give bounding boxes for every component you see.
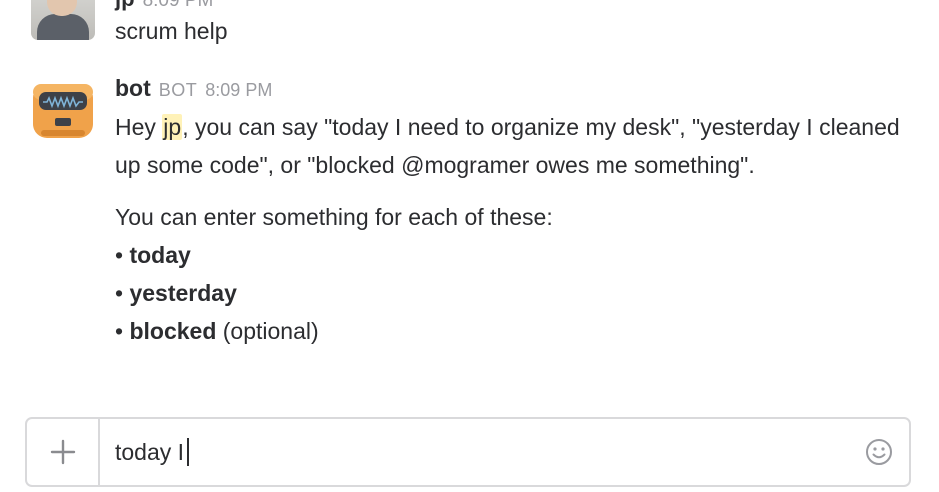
message-instructions: You can enter something for each of thes…	[115, 204, 553, 230]
add-attachment-button[interactable]	[27, 419, 100, 485]
list-item: • blocked (optional)	[115, 312, 905, 350]
user-mention[interactable]: jp	[162, 114, 183, 140]
message-composer: today I	[25, 417, 911, 487]
user-avatar[interactable]	[31, 0, 95, 40]
plus-icon	[50, 439, 75, 465]
message-input-value: today I	[115, 439, 185, 465]
bot-badge: BOT	[158, 80, 198, 100]
list-item: • yesterday	[115, 274, 905, 312]
sender-name[interactable]: jp	[115, 0, 135, 11]
sender-name[interactable]: bot	[115, 75, 151, 101]
item-note: (optional)	[222, 318, 319, 344]
message-timestamp[interactable]: 8:09 PM	[205, 80, 272, 100]
item-term: today	[129, 242, 191, 268]
bullet: •	[115, 280, 124, 306]
message-body: bot BOT 8:09 PM Hey jp, you can say "today…	[115, 68, 905, 350]
avatar-shirt	[37, 14, 89, 40]
bullet: •	[115, 318, 124, 344]
text-cursor	[187, 437, 190, 466]
intro-suffix: , you can say "today I need to organize …	[115, 114, 900, 178]
message-header: jp 8:09 PM	[115, 0, 213, 12]
message-intro: Hey jp, you can say "today I need to org…	[115, 108, 905, 184]
robot-icon	[33, 84, 93, 138]
smiley-icon	[866, 439, 892, 465]
message-timestamp[interactable]: 8:09 PM	[143, 0, 214, 11]
emoji-button[interactable]	[865, 438, 893, 466]
bot-avatar[interactable]	[31, 78, 95, 142]
options-list: • today • yesterday • blocked (optional)	[115, 236, 905, 350]
message-header: bot BOT 8:09 PM	[115, 68, 905, 108]
chat-window: jp 8:09 PM scrum help bot BOT 8:09 PM Hey j…	[0, 0, 939, 492]
message-text: scrum help	[115, 18, 228, 44]
avatar-glasses	[49, 0, 75, 2]
message-previous: jp 8:09 PM scrum help	[0, 0, 939, 60]
list-item: • today	[115, 236, 905, 274]
intro-prefix: Hey	[115, 114, 163, 140]
message-input[interactable]: today I	[115, 419, 190, 485]
item-term: yesterday	[129, 280, 237, 306]
bullet: •	[115, 242, 124, 268]
item-term: blocked	[129, 318, 217, 344]
